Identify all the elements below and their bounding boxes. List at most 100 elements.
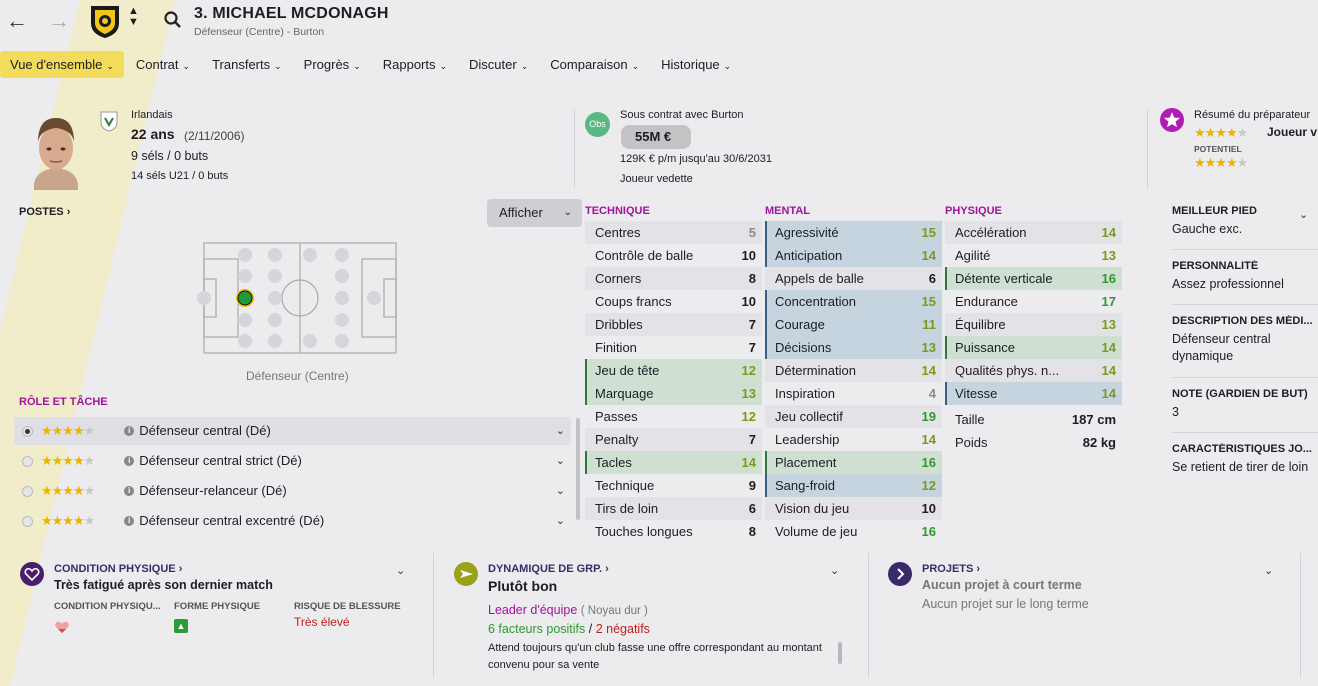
- attribute-row[interactable]: Touches longues 8: [585, 520, 762, 543]
- attribute-row[interactable]: Centres 5: [585, 221, 762, 244]
- attribute-row[interactable]: Puissance 14: [945, 336, 1122, 359]
- attribute-row[interactable]: Appels de balle 6: [765, 267, 942, 290]
- projects-heading[interactable]: PROJETS ›: [922, 563, 980, 575]
- attribute-name: Vitesse: [955, 386, 998, 401]
- attribute-row[interactable]: Jeu collectif 19: [765, 405, 942, 428]
- chevron-down-icon[interactable]: ⌄: [556, 507, 565, 535]
- chevron-down-icon[interactable]: ⌄: [396, 564, 405, 577]
- value-badge[interactable]: 55M €: [621, 125, 691, 149]
- attribute-row[interactable]: Tacles 14: [585, 451, 762, 474]
- radio-unselected[interactable]: [22, 515, 33, 527]
- wage-info: 129K € p/m jusqu'au 30/6/2031: [620, 153, 772, 165]
- attribute-row[interactable]: Agressivité 15: [765, 221, 942, 244]
- info-icon[interactable]: i: [124, 426, 135, 436]
- attribute-row[interactable]: Technique 9: [585, 474, 762, 497]
- preferred-foot[interactable]: MEILLEUR PIED Gauche exc.: [1172, 205, 1318, 238]
- search-icon[interactable]: [163, 10, 183, 30]
- info-icon[interactable]: i: [124, 486, 135, 496]
- potential-stars: ★★★★★: [1194, 155, 1248, 170]
- attribute-row[interactable]: Dribbles 7: [585, 313, 762, 336]
- attribute-row[interactable]: Corners 8: [585, 267, 762, 290]
- player-avatar[interactable]: [28, 112, 84, 190]
- height-label: Taille: [955, 412, 985, 427]
- attribute-row[interactable]: Finition 7: [585, 336, 762, 359]
- attribute-row[interactable]: Équilibre 13: [945, 313, 1122, 336]
- dynamics-icon[interactable]: [453, 561, 479, 587]
- attribute-row[interactable]: Détente verticale 16: [945, 267, 1122, 290]
- forward-arrow-icon[interactable]: →: [48, 8, 70, 34]
- attribute-row[interactable]: Jeu de tête 12: [585, 359, 762, 382]
- tab-history[interactable]: Historique ⌄: [651, 51, 741, 78]
- attribute-row[interactable]: Agilité 13: [945, 244, 1122, 267]
- chevron-down-icon[interactable]: ⌄: [830, 564, 839, 577]
- radio-unselected[interactable]: [22, 455, 33, 467]
- club-crest-icon[interactable]: [88, 3, 122, 39]
- role-label: Défenseur-relanceur (Dé): [139, 483, 287, 498]
- tab-discuss[interactable]: Discuter ⌄: [459, 51, 538, 78]
- chevron-down-icon[interactable]: ⌄: [1299, 208, 1308, 221]
- chevron-down-icon: ⌄: [106, 61, 114, 71]
- chevron-right-icon: ›: [178, 563, 183, 575]
- divider: [574, 110, 575, 188]
- attribute-row[interactable]: Placement 16: [765, 451, 942, 474]
- radio-selected[interactable]: [22, 425, 33, 437]
- chevron-down-icon[interactable]: ⌄: [556, 417, 565, 445]
- role-row[interactable]: ★★★★★ i Défenseur central (Dé) ⌄: [14, 417, 571, 445]
- chevron-down-icon[interactable]: ⌄: [1264, 564, 1273, 577]
- dynamics-scrollbar[interactable]: [838, 642, 842, 664]
- role-row[interactable]: ★★★★★ i Défenseur central excentré (Dé) …: [14, 507, 571, 535]
- attribute-row[interactable]: Marquage 13: [585, 382, 762, 405]
- tab-transfers[interactable]: Transferts ⌄: [202, 51, 292, 78]
- attribute-row[interactable]: Accélération 14: [945, 221, 1122, 244]
- attribute-row[interactable]: Contrôle de balle 10: [585, 244, 762, 267]
- projects-icon[interactable]: [887, 561, 913, 587]
- crest-switch-icon[interactable]: ▲ ▼: [128, 6, 139, 28]
- tab-reports[interactable]: Rapports ⌄: [373, 51, 457, 78]
- attribute-row[interactable]: Penalty 7: [585, 428, 762, 451]
- star-badge-icon[interactable]: [1159, 107, 1185, 133]
- attribute-row[interactable]: Tirs de loin 6: [585, 497, 762, 520]
- scout-badge[interactable]: Obs: [585, 112, 610, 137]
- attribute-row[interactable]: Passes 12: [585, 405, 762, 428]
- attribute-row[interactable]: Anticipation 14: [765, 244, 942, 267]
- attribute-row[interactable]: Inspiration 4: [765, 382, 942, 405]
- info-icon[interactable]: i: [124, 516, 135, 526]
- attribute-row[interactable]: Détermination 14: [765, 359, 942, 382]
- attribute-row[interactable]: Leadership 14: [765, 428, 942, 451]
- attribute-row[interactable]: Sang-froid 12: [765, 474, 942, 497]
- chevron-down-icon[interactable]: ⌄: [556, 477, 565, 505]
- weight-label: Poids: [955, 435, 988, 450]
- height-row: Taille 187 cm: [945, 408, 1122, 431]
- tab-comparison[interactable]: Comparaison ⌄: [540, 51, 649, 78]
- attribute-row[interactable]: Qualités phys. n... 14: [945, 359, 1122, 382]
- attribute-row[interactable]: Coups francs 10: [585, 290, 762, 313]
- positions-heading[interactable]: POSTES ›: [19, 206, 70, 218]
- info-icon[interactable]: i: [124, 456, 135, 466]
- tab-overview[interactable]: Vue d'ensemble ⌄: [0, 51, 124, 78]
- heart-icon[interactable]: [19, 561, 45, 587]
- attribute-row[interactable]: Vision du jeu 10: [765, 497, 942, 520]
- condition-heading[interactable]: CONDITION PHYSIQUE ›: [54, 563, 182, 575]
- attribute-row[interactable]: Vitesse 14: [945, 382, 1122, 405]
- attribute-row[interactable]: Volume de jeu 16: [765, 520, 942, 543]
- roles-scrollbar[interactable]: [576, 418, 580, 520]
- role-row[interactable]: ★★★★★ i Défenseur central strict (Dé) ⌄: [14, 447, 571, 475]
- tab-progress[interactable]: Progrès ⌄: [294, 51, 371, 78]
- attribute-row[interactable]: Concentration 15: [765, 290, 942, 313]
- divider: [868, 553, 869, 678]
- media-description-value: Défenseur central dynamique: [1172, 332, 1271, 363]
- attribute-row[interactable]: Endurance 17: [945, 290, 1122, 313]
- role-row[interactable]: ★★★★★ i Défenseur-relanceur (Dé) ⌄: [14, 477, 571, 505]
- pitch-diagram[interactable]: [192, 241, 408, 355]
- tab-label: Rapports: [382, 57, 436, 72]
- show-dropdown[interactable]: Afficher ⌄: [487, 199, 582, 227]
- technique-heading: TECHNIQUE: [585, 205, 650, 217]
- chevron-down-icon[interactable]: ⌄: [556, 447, 565, 475]
- radio-unselected[interactable]: [22, 485, 33, 497]
- attribute-value: 10: [921, 501, 936, 516]
- tab-contract[interactable]: Contrat ⌄: [126, 51, 200, 78]
- attribute-row[interactable]: Décisions 13: [765, 336, 942, 359]
- back-arrow-icon[interactable]: ←: [6, 8, 28, 34]
- dynamics-heading[interactable]: DYNAMIQUE DE GRP. ›: [488, 563, 609, 575]
- attribute-row[interactable]: Courage 11: [765, 313, 942, 336]
